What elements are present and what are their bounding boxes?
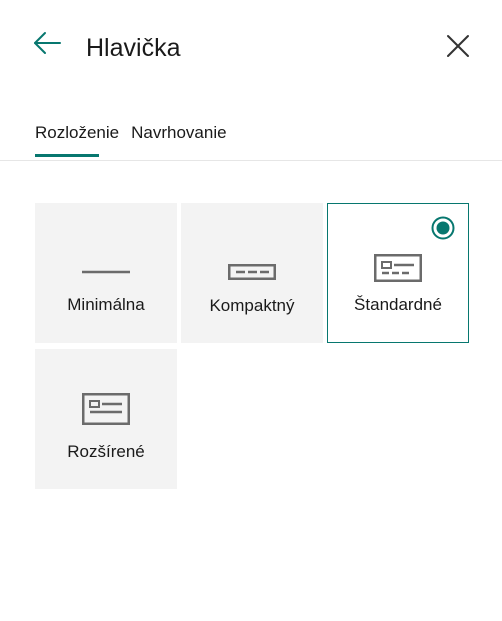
layout-option-label: Štandardné [354,295,442,314]
standard-header-icon [374,254,422,282]
close-icon [447,35,469,57]
compact-header-icon [228,264,276,280]
layout-option-standard[interactable]: Štandardné [327,203,469,343]
tab-design[interactable]: Navrhovanie [131,118,226,160]
tab-layout[interactable]: Rozloženie [35,118,119,160]
extended-header-icon [82,393,130,425]
layout-option-label: Rozšírené [67,442,145,461]
header-settings-panel: Hlavička Rozloženie Navrhovanie Minimáln… [0,0,502,621]
panel-title: Hlavička [86,34,181,62]
radio-selected-icon [431,216,455,240]
layout-option-label: Minimálna [67,295,145,314]
layout-option-extended[interactable]: Rozšírené [35,349,177,489]
back-button[interactable] [30,28,64,62]
tab-divider [0,160,502,161]
close-button[interactable] [444,32,472,60]
tab-bar: Rozloženie Navrhovanie [35,118,227,160]
arrow-left-icon [34,32,61,54]
layout-option-compact[interactable]: Kompaktný [181,203,323,343]
layout-option-minimal[interactable]: Minimálna [35,203,177,343]
layout-option-label: Kompaktný [209,296,295,315]
minimal-header-icon [82,270,130,274]
